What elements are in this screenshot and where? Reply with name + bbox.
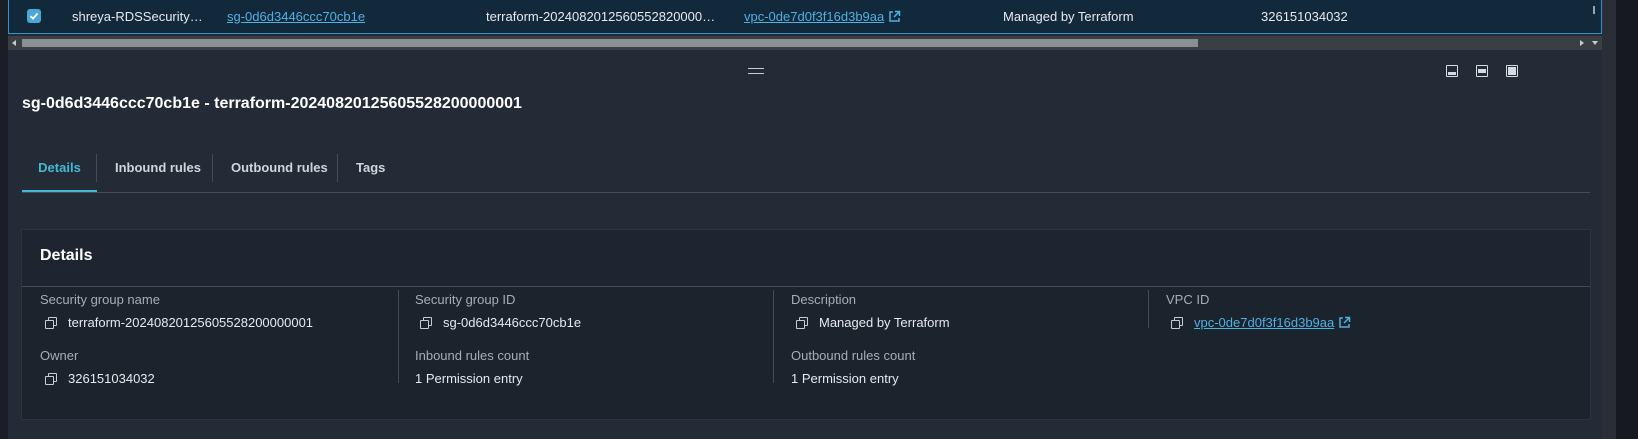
tab-divider — [337, 154, 338, 182]
field-value: 1 Permission entry — [791, 371, 899, 386]
copy-icon[interactable] — [795, 316, 809, 330]
checkmark-icon — [29, 12, 39, 20]
row-checkbox[interactable] — [27, 9, 41, 23]
field-owner: Owner 326151034032 — [40, 348, 400, 386]
copy-icon[interactable] — [419, 316, 433, 330]
table-row-selected[interactable]: shreya-RDSSecurity… sg-0d6d3446ccc70cb1e… — [8, 0, 1602, 34]
field-label: Owner — [40, 348, 79, 363]
drag-handle-icon[interactable] — [748, 68, 764, 74]
tab-inbound-rules[interactable]: Inbound rules — [115, 148, 201, 192]
left-gutter — [0, 0, 8, 439]
vertical-scrollbar[interactable] — [1602, 0, 1638, 439]
field-label: Outbound rules count — [791, 348, 916, 363]
field-label: Security group name — [40, 292, 160, 307]
column-resize-handle[interactable] — [1593, 6, 1595, 14]
external-link-icon[interactable] — [1338, 316, 1351, 329]
copy-icon[interactable] — [1170, 316, 1184, 330]
field-value: 1 Permission entry — [415, 371, 523, 386]
row-name: shreya-RDSSecurity… — [72, 9, 203, 24]
field-value: terraform-20240820125605528200000001 — [68, 315, 314, 330]
scroll-left-arrow[interactable] — [12, 40, 16, 46]
field-label: Inbound rules count — [415, 348, 530, 363]
scrollbar-track[interactable] — [1602, 0, 1616, 439]
details-card-title: Details — [40, 247, 93, 264]
field-inbound-rules-count: Inbound rules count 1 Permission entry — [415, 348, 775, 386]
field-label: VPC ID — [1166, 292, 1210, 307]
app-window: shreya-RDSSecurity… sg-0d6d3446ccc70cb1e… — [0, 0, 1602, 439]
field-security-group-name: Security group name terraform-2024082012… — [40, 292, 400, 330]
field-value: Managed by Terraform — [819, 315, 950, 330]
details-card: Details Security group name terraform-20… — [21, 229, 1591, 420]
split-side-icon[interactable] — [1476, 65, 1488, 77]
field-value: 326151034032 — [68, 371, 155, 386]
tab-details[interactable]: Details — [22, 148, 97, 192]
tab-tags[interactable]: Tags — [356, 148, 385, 192]
panel-title: sg-0d6d3446ccc70cb1e - terraform-2024082… — [22, 95, 522, 112]
field-label: Description — [791, 292, 857, 307]
details-card-header: Details — [22, 230, 1590, 287]
split-bottom-icon[interactable] — [1446, 65, 1458, 77]
scroll-down-arrow[interactable] — [1592, 41, 1598, 45]
scrollbar-thumb[interactable] — [22, 39, 1198, 47]
field-security-group-id: Security group ID sg-0d6d3446ccc70cb1e — [415, 292, 775, 330]
scroll-right-arrow[interactable] — [1580, 40, 1584, 46]
field-vpc-id: VPC ID vpc-0de7d0f3f16d3b9aa — [1166, 292, 1526, 330]
row-owner: 326151034032 — [1261, 9, 1348, 24]
external-link-icon[interactable] — [888, 10, 901, 23]
field-outbound-rules-count: Outbound rules count 1 Permission entry — [791, 348, 1151, 386]
row-group-id-link[interactable]: sg-0d6d3446ccc70cb1e — [227, 9, 365, 24]
row-group-name: terraform-2024082012560552820000… — [486, 9, 716, 24]
row-description: Managed by Terraform — [1003, 9, 1134, 24]
tab-outbound-rules[interactable]: Outbound rules — [231, 148, 328, 192]
tab-bar: Details Inbound rules Outbound rules Tag… — [22, 148, 1590, 193]
row-vpc-cell: vpc-0de7d0f3f16d3b9aa — [744, 9, 901, 24]
tab-divider — [212, 154, 213, 182]
field-value: sg-0d6d3446ccc70cb1e — [443, 315, 582, 330]
copy-icon[interactable] — [44, 372, 58, 386]
tab-divider — [96, 154, 97, 182]
vpc-id-link[interactable]: vpc-0de7d0f3f16d3b9aa — [1194, 315, 1334, 330]
horizontal-scrollbar[interactable] — [8, 36, 1602, 50]
maximize-icon[interactable] — [1506, 65, 1518, 77]
row-vpc-link[interactable]: vpc-0de7d0f3f16d3b9aa — [744, 9, 884, 24]
field-description: Description Managed by Terraform — [791, 292, 1151, 330]
field-label: Security group ID — [415, 292, 516, 307]
copy-icon[interactable] — [44, 316, 58, 330]
